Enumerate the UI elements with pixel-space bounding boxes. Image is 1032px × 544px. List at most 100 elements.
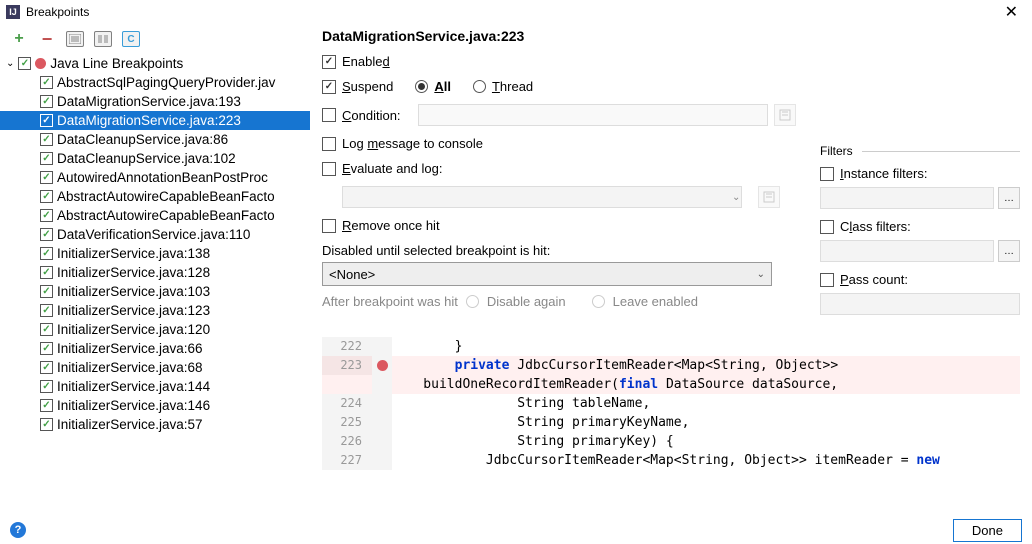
breakpoint-checkbox[interactable] (40, 114, 53, 127)
tree-item-label: AbstractSqlPagingQueryProvider.jav (57, 75, 275, 90)
instance-filters-browse[interactable]: … (998, 187, 1020, 209)
tree-item[interactable]: InitializerService.java:144 (0, 377, 310, 396)
tree-item[interactable]: AbstractSqlPagingQueryProvider.jav (0, 73, 310, 92)
suspend-label: Suspend (342, 79, 393, 94)
tree-item[interactable]: DataMigrationService.java:193 (0, 92, 310, 111)
close-button[interactable]: ✕ (997, 2, 1026, 22)
breakpoint-checkbox[interactable] (40, 171, 53, 184)
tree-item-label: DataCleanupService.java:86 (57, 132, 228, 147)
suspend-all-radio[interactable] (415, 80, 428, 93)
remove-breakpoint-button[interactable]: − (38, 30, 56, 48)
breakpoint-checkbox[interactable] (40, 342, 53, 355)
instance-filters-field[interactable] (820, 187, 994, 209)
group-by-package-button[interactable] (66, 31, 84, 47)
breakpoint-checkbox[interactable] (40, 323, 53, 336)
pass-count-field[interactable] (820, 293, 1020, 315)
tree-item[interactable]: AbstractAutowireCapableBeanFacto (0, 206, 310, 225)
evaluate-expand-button[interactable] (758, 186, 780, 208)
breakpoint-checkbox[interactable] (40, 95, 53, 108)
code-preview[interactable]: 222 }223 private JdbcCursorItemReader<Ma… (322, 337, 1020, 514)
window-title: Breakpoints (26, 5, 89, 19)
breakpoint-checkbox[interactable] (40, 418, 53, 431)
tree-item[interactable]: InitializerService.java:138 (0, 244, 310, 263)
disable-again-radio (466, 295, 479, 308)
tree-item[interactable]: InitializerService.java:123 (0, 301, 310, 320)
tree-item-label: DataMigrationService.java:223 (57, 113, 241, 128)
class-filters-field[interactable] (820, 240, 994, 262)
filters-section: Filters Instance filters: … Class filter… (820, 54, 1020, 325)
tree-item[interactable]: InitializerService.java:66 (0, 339, 310, 358)
instance-filters-checkbox[interactable] (820, 167, 834, 181)
tree-item[interactable]: DataCleanupService.java:102 (0, 149, 310, 168)
dialog-footer: ? Done (0, 516, 1032, 544)
breakpoint-tree-panel: + − C ⌄ ✓ Java Line Breakpoints Abstract… (0, 24, 310, 514)
after-hit-label: After breakpoint was hit (322, 294, 458, 309)
tree-item-label: DataMigrationService.java:193 (57, 94, 241, 109)
condition-label: Condition: (342, 108, 412, 123)
enabled-label: Enabled (342, 54, 390, 69)
log-message-checkbox[interactable] (322, 137, 336, 151)
breakpoint-tree[interactable]: ⌄ ✓ Java Line Breakpoints AbstractSqlPag… (0, 54, 310, 514)
tree-item-label: InitializerService.java:138 (57, 246, 210, 261)
tree-item[interactable]: DataCleanupService.java:86 (0, 130, 310, 149)
tree-item[interactable]: AutowiredAnnotationBeanPostProc (0, 168, 310, 187)
breakpoint-checkbox[interactable] (40, 76, 53, 89)
breakpoint-checkbox[interactable] (40, 285, 53, 298)
leave-enabled-radio (592, 295, 605, 308)
suspend-thread-radio[interactable] (473, 80, 486, 93)
breakpoint-checkbox[interactable] (40, 247, 53, 260)
remove-once-hit-checkbox[interactable] (322, 219, 336, 233)
tree-item-label: InitializerService.java:66 (57, 341, 203, 356)
group-by-file-button[interactable] (94, 31, 112, 47)
condition-expand-button[interactable] (774, 104, 796, 126)
breakpoint-checkbox[interactable] (40, 133, 53, 146)
breakpoint-checkbox[interactable] (40, 209, 53, 222)
help-button[interactable]: ? (10, 522, 26, 538)
tree-item-label: DataCleanupService.java:102 (57, 151, 236, 166)
breakpoint-checkbox[interactable] (40, 228, 53, 241)
tree-root-node[interactable]: ⌄ ✓ Java Line Breakpoints (0, 54, 310, 73)
leave-enabled-label: Leave enabled (613, 294, 698, 309)
evaluate-log-field[interactable] (342, 186, 742, 208)
enabled-checkbox[interactable] (322, 55, 336, 69)
remove-once-hit-label: Remove once hit (342, 218, 440, 233)
evaluate-log-checkbox[interactable] (322, 162, 336, 176)
tree-item[interactable]: InitializerService.java:146 (0, 396, 310, 415)
condition-checkbox[interactable] (322, 108, 336, 122)
breakpoint-checkbox[interactable] (40, 190, 53, 203)
suspend-checkbox[interactable] (322, 80, 336, 94)
condition-field[interactable] (418, 104, 768, 126)
pass-count-checkbox[interactable] (820, 273, 834, 287)
disable-again-label: Disable again (487, 294, 566, 309)
tree-item[interactable]: InitializerService.java:68 (0, 358, 310, 377)
tree-item[interactable]: InitializerService.java:103 (0, 282, 310, 301)
class-filters-browse[interactable]: … (998, 240, 1020, 262)
tree-item[interactable]: InitializerService.java:128 (0, 263, 310, 282)
disabled-until-label: Disabled until selected breakpoint is hi… (322, 243, 796, 258)
class-filters-checkbox[interactable] (820, 220, 834, 234)
breakpoint-checkbox[interactable] (40, 361, 53, 374)
expand-arrow-icon[interactable]: ⌄ (6, 58, 14, 69)
done-button[interactable]: Done (953, 519, 1022, 542)
tree-item[interactable]: DataMigrationService.java:223 (0, 111, 310, 130)
root-checkbox[interactable]: ✓ (18, 57, 31, 70)
tree-item[interactable]: AbstractAutowireCapableBeanFacto (0, 187, 310, 206)
group-by-class-button[interactable]: C (122, 31, 140, 47)
titlebar: IJ Breakpoints ✕ (0, 0, 1032, 24)
breakpoint-checkbox[interactable] (40, 380, 53, 393)
add-breakpoint-button[interactable]: + (10, 30, 28, 48)
tree-item[interactable]: InitializerService.java:57 (0, 415, 310, 434)
breakpoint-checkbox[interactable] (40, 399, 53, 412)
breakpoint-checkbox[interactable] (40, 266, 53, 279)
tree-item-label: AutowiredAnnotationBeanPostProc (57, 170, 268, 185)
tree-item-label: InitializerService.java:123 (57, 303, 210, 318)
tree-item-label: AbstractAutowireCapableBeanFacto (57, 208, 275, 223)
tree-item[interactable]: InitializerService.java:120 (0, 320, 310, 339)
tree-item[interactable]: DataVerificationService.java:110 (0, 225, 310, 244)
log-message-label: Log message to console (342, 136, 483, 151)
instance-filters-label: Instance filters: (840, 166, 927, 181)
breakpoint-checkbox[interactable] (40, 152, 53, 165)
disabled-until-select[interactable]: <None> ⌄ (322, 262, 772, 286)
filters-section-label: Filters (820, 144, 1020, 158)
breakpoint-checkbox[interactable] (40, 304, 53, 317)
